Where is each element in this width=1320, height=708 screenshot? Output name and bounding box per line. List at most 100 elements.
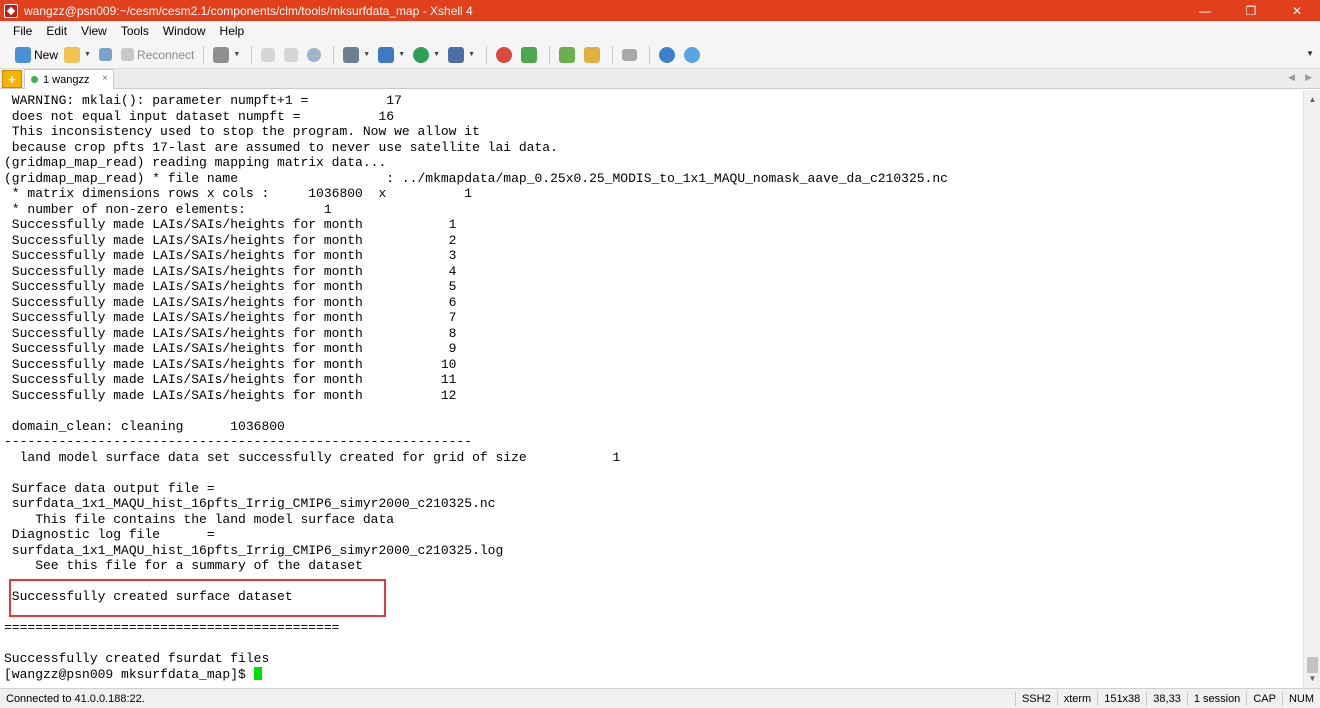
paste-icon — [284, 47, 299, 62]
chat-icon — [684, 46, 701, 63]
terminal-line: * matrix dimensions rows x cols : 103680… — [4, 186, 473, 201]
terminal-line: Successfully made LAIs/SAIs/heights for … — [4, 387, 457, 403]
maximize-button[interactable]: ❐ — [1228, 0, 1274, 21]
terminal-line: because crop pfts 17-last are assumed to… — [4, 139, 558, 155]
toolbar-separator — [486, 45, 488, 64]
find-icon — [307, 47, 322, 62]
reconnect-button[interactable]: Reconnect — [118, 44, 197, 66]
print-button[interactable]: ▼ — [340, 44, 375, 66]
terminal-line: Successfully made LAIs/SAIs/heights for … — [4, 294, 457, 310]
copy-button[interactable] — [258, 44, 281, 66]
terminal-line: land model surface data set successfully… — [4, 449, 621, 465]
window-controls: — ❐ ✕ — [1182, 0, 1320, 21]
chat-button[interactable] — [681, 44, 706, 66]
add-tab-button[interactable]: + — [2, 70, 22, 88]
layout-button[interactable] — [556, 44, 581, 66]
terminal-line: does not equal input dataset numpft = 16 — [4, 108, 395, 124]
terminal-prompt-line[interactable]: [wangzz@psn009 mksurfdata_map]$ — [4, 666, 948, 683]
menu-edit[interactable]: Edit — [39, 24, 74, 38]
lock-button[interactable] — [581, 44, 606, 66]
chevron-down-icon: ▼ — [233, 51, 241, 58]
menu-window[interactable]: Window — [156, 24, 213, 38]
stop-icon — [496, 46, 513, 63]
copy-icon — [261, 47, 276, 62]
toolbar-overflow-icon[interactable]: ▼ — [1306, 49, 1314, 58]
terminal-line: Successfully made LAIs/SAIs/heights for … — [4, 325, 457, 341]
terminal-line: Successfully made LAIs/SAIs/heights for … — [4, 217, 457, 232]
find-button[interactable] — [304, 44, 327, 66]
layout-icon — [559, 46, 576, 63]
tab-bar: + 1 wangzz × ◀ ▶ — [0, 69, 1320, 89]
terminal-line: See this file for a summary of the datas… — [4, 558, 363, 573]
globe-icon — [413, 46, 430, 63]
tab-prev-icon[interactable]: ◀ — [1288, 72, 1295, 83]
terminal-line: Successfully made LAIs/SAIs/heights for … — [4, 341, 457, 356]
recycle-icon — [521, 46, 538, 63]
terminal-line: Successfully made LAIs/SAIs/heights for … — [4, 310, 457, 325]
window-title: wangzz@psn009:~/cesm/cesm2.1/components/… — [24, 3, 473, 18]
new-session-button[interactable]: New — [12, 44, 61, 66]
keyboard-icon — [622, 48, 638, 61]
keyboard-button[interactable] — [619, 44, 643, 66]
terminal-line: Successfully made LAIs/SAIs/heights for … — [4, 356, 457, 372]
menu-file[interactable]: File — [6, 24, 39, 38]
properties-button[interactable]: ▼ — [210, 44, 245, 66]
terminal-line: Successfully made LAIs/SAIs/heights for … — [4, 372, 457, 387]
chevron-down-icon: ▼ — [398, 51, 406, 58]
new-label: New — [34, 47, 59, 62]
caps-lock-status: CAP — [1246, 691, 1282, 706]
terminal-line: surfdata_1x1_MAQU_hist_16pfts_Irrig_CMIP… — [4, 542, 504, 558]
menu-tools[interactable]: Tools — [114, 24, 156, 38]
globe-button[interactable]: ▼ — [410, 44, 445, 66]
terminal-line: Successfully made LAIs/SAIs/heights for … — [4, 279, 457, 294]
terminal-line: (gridmap_map_read) reading mapping matri… — [4, 155, 387, 170]
cursor-position-status: 38,33 — [1146, 691, 1187, 706]
script-icon — [448, 46, 465, 63]
shell-prompt: [wangzz@psn009 mksurfdata_map]$ — [4, 666, 254, 682]
terminal-line: Successfully created fsurdat files — [4, 651, 270, 666]
terminal-area[interactable]: WARNING: mklai(): parameter numpft+1 = 1… — [0, 90, 1303, 688]
tab-session-1[interactable]: 1 wangzz × — [24, 69, 114, 89]
link-button[interactable] — [96, 44, 118, 66]
highlight-annotation-box — [9, 579, 386, 617]
properties-icon — [213, 46, 230, 63]
script-button[interactable]: ▼ — [445, 44, 480, 66]
scroll-up-icon[interactable]: ▲ — [1304, 92, 1320, 107]
recycle-button[interactable] — [518, 44, 543, 66]
terminal-type-status: xterm — [1056, 691, 1098, 706]
minimize-button[interactable]: — — [1182, 0, 1228, 21]
help-button[interactable] — [656, 44, 681, 66]
connection-status: Connected to 41.0.0.188:22. — [6, 692, 145, 705]
stop-button[interactable] — [493, 44, 518, 66]
open-button[interactable]: ▼ — [61, 44, 96, 66]
toolbar-separator — [251, 45, 253, 64]
terminal-line: Surface data output file = — [4, 480, 215, 496]
vertical-scrollbar[interactable]: ▲ ▼ — [1303, 90, 1320, 688]
session-count-status: 1 session — [1186, 691, 1246, 706]
menu-view[interactable]: View — [74, 24, 114, 38]
terminal-line: surfdata_1x1_MAQU_hist_16pfts_Irrig_CMIP… — [4, 496, 496, 511]
terminal-line: ========================================… — [4, 620, 340, 635]
chevron-down-icon: ▼ — [468, 51, 476, 58]
terminal-cursor — [253, 666, 262, 680]
toolbar-separator — [333, 45, 335, 64]
toolbar-separator — [203, 45, 205, 64]
terminal-line: This file contains the land model surfac… — [4, 511, 395, 527]
transfer-button[interactable]: ▼ — [375, 44, 410, 66]
paste-button[interactable] — [281, 44, 304, 66]
chevron-down-icon: ▼ — [433, 51, 441, 58]
num-lock-status: NUM — [1281, 691, 1320, 706]
tab-close-icon[interactable]: × — [102, 73, 108, 84]
status-bar: Connected to 41.0.0.188:22. SSH2 xterm 1… — [0, 688, 1320, 708]
chevron-down-icon: ▼ — [84, 51, 91, 58]
scroll-down-icon[interactable]: ▼ — [1304, 671, 1320, 686]
menu-help[interactable]: Help — [213, 24, 252, 38]
terminal-line: Successfully made LAIs/SAIs/heights for … — [4, 232, 457, 248]
close-button[interactable]: ✕ — [1274, 0, 1320, 21]
tab-next-icon[interactable]: ▶ — [1305, 72, 1312, 83]
title-bar: wangzz@psn009:~/cesm/cesm2.1/components/… — [0, 0, 1320, 21]
xshell-app-icon[interactable] — [4, 3, 18, 18]
